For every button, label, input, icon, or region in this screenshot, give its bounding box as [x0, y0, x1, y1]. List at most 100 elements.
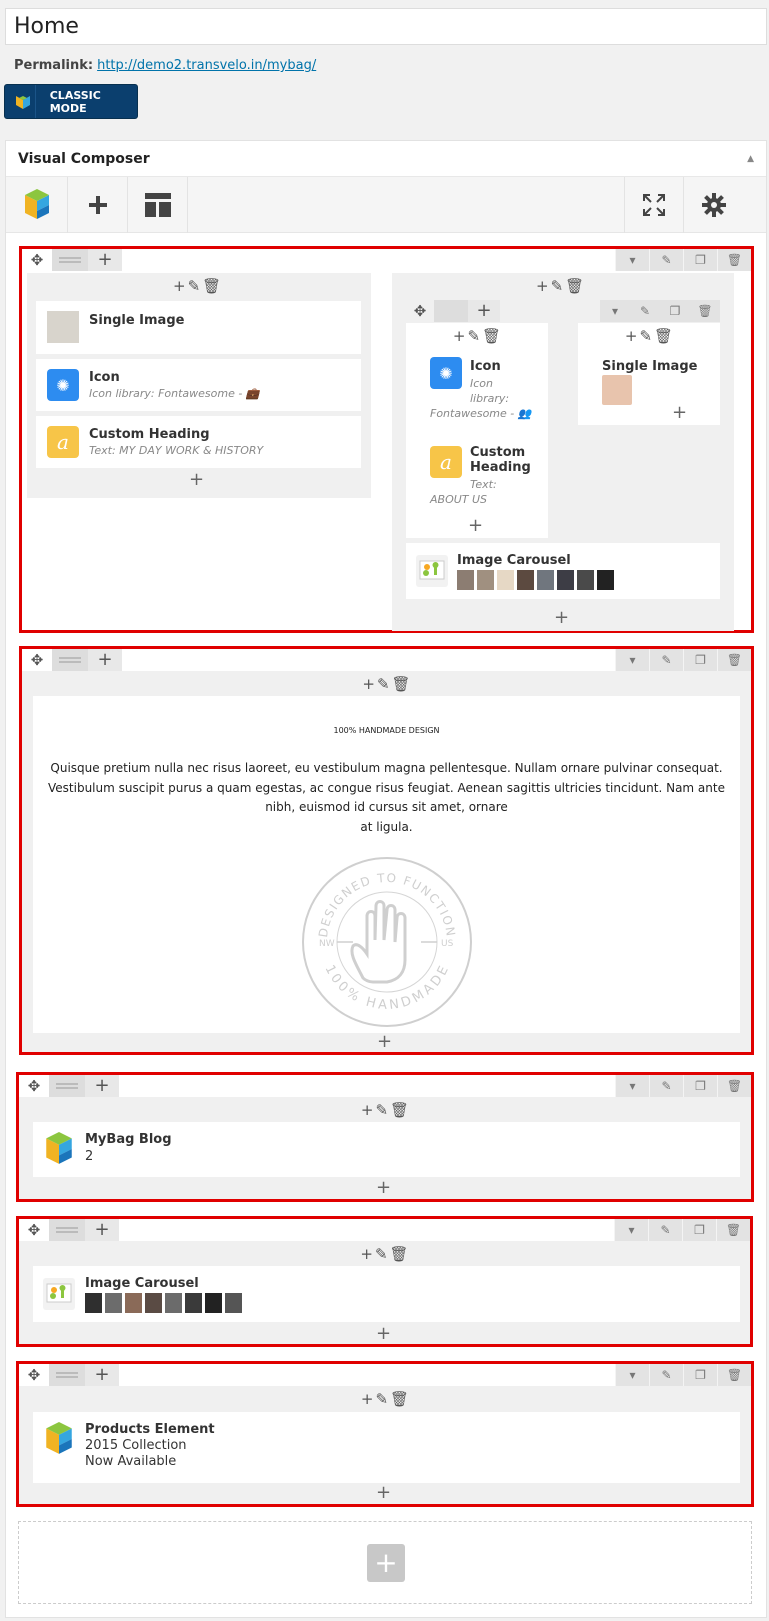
inner-column-1: + ✎ 🗑 ✺ Icon Icon library: Fontawesome - 👥…	[406, 323, 548, 538]
row-layout-button[interactable]	[49, 1364, 85, 1386]
row-layout-button[interactable]	[49, 1075, 85, 1097]
element-products[interactable]: Products Element 2015 Collection Now Ava…	[33, 1412, 740, 1483]
page-title-input[interactable]: Home	[5, 8, 767, 45]
chevron-down-icon[interactable]: ▾	[615, 249, 649, 271]
row-layout-button[interactable]	[52, 649, 88, 671]
plus-icon[interactable]: +	[536, 277, 549, 295]
element-text-block[interactable]: 100% HANDMADE DESIGN Quisque pretium nul…	[33, 696, 740, 1033]
plus-icon[interactable]: +	[361, 1390, 374, 1408]
clone-row-icon[interactable]: ❐	[683, 1364, 717, 1386]
add-element-plus[interactable]: +	[189, 471, 204, 489]
trash-icon[interactable]: 🗑	[390, 1390, 409, 1408]
add-element-plus[interactable]: +	[376, 1179, 391, 1197]
plus-icon[interactable]: +	[453, 327, 466, 345]
edit-row-icon[interactable]: ✎	[648, 1219, 682, 1241]
vc-logo-button[interactable]	[6, 177, 68, 233]
edit-row-icon[interactable]: ✎	[630, 300, 660, 322]
pencil-icon[interactable]: ✎	[639, 327, 652, 345]
pencil-icon[interactable]: ✎	[377, 675, 390, 693]
delete-row-icon[interactable]: 🗑	[690, 300, 720, 322]
clone-row-icon[interactable]: ❐	[683, 1075, 717, 1097]
add-column-button[interactable]: +	[468, 300, 500, 322]
delete-row-icon[interactable]: 🗑	[717, 1364, 751, 1386]
fullscreen-button[interactable]	[624, 177, 684, 233]
trash-icon[interactable]: 🗑	[654, 327, 673, 345]
element-single-image[interactable]: Single Image	[36, 301, 361, 354]
trash-icon[interactable]: 🗑	[565, 277, 584, 295]
pencil-icon[interactable]: ✎	[375, 1245, 388, 1263]
add-column-button[interactable]: +	[85, 1075, 119, 1097]
trash-icon[interactable]: 🗑	[390, 1245, 409, 1263]
add-column-button[interactable]: +	[88, 249, 122, 271]
row-layout-button[interactable]	[52, 249, 88, 271]
templates-button[interactable]	[128, 177, 188, 233]
pencil-icon[interactable]: ✎	[188, 277, 201, 295]
row-layout-button[interactable]	[434, 300, 468, 322]
add-element-plus[interactable]: +	[376, 1325, 391, 1343]
permalink-link[interactable]: http://demo2.transvelo.in/mybag/	[97, 58, 316, 73]
trash-icon[interactable]: 🗑	[390, 1101, 409, 1119]
chevron-down-icon[interactable]: ▾	[615, 649, 649, 671]
plus-icon[interactable]: +	[362, 675, 375, 693]
delete-row-icon[interactable]: 🗑	[716, 1219, 750, 1241]
add-element-plus[interactable]: +	[377, 1033, 392, 1051]
clone-row-icon[interactable]: ❐	[683, 249, 717, 271]
move-icon[interactable]: ✥	[22, 651, 52, 669]
chevron-down-icon[interactable]: ▾	[600, 300, 630, 322]
move-icon[interactable]: ✥	[406, 302, 434, 320]
element-icon[interactable]: ✺ Icon Icon library: Fontawesome - 💼	[36, 359, 361, 411]
move-icon[interactable]: ✥	[22, 251, 52, 269]
trash-icon[interactable]: 🗑	[202, 277, 221, 295]
clone-row-icon[interactable]: ❐	[660, 300, 690, 322]
vc-column-left: + ✎ 🗑 Single Image ✺ Icon Icon library: Fo…	[27, 273, 371, 498]
plus-icon[interactable]: +	[173, 277, 186, 295]
add-element-plus[interactable]: +	[672, 404, 687, 422]
handmade-stamp-logo: DESIGNED TO FUNCTION 100% HANDMADE NW US	[302, 857, 472, 1027]
edit-row-icon[interactable]: ✎	[649, 649, 683, 671]
trash-icon[interactable]: 🗑	[392, 675, 411, 693]
move-icon[interactable]: ✥	[19, 1366, 49, 1384]
element-image-carousel[interactable]: Image Carousel	[406, 543, 720, 599]
trash-icon[interactable]: 🗑	[482, 327, 501, 345]
element-subtitle: ABOUT US	[430, 493, 488, 506]
vc-logo-icon	[24, 189, 49, 219]
settings-button[interactable]	[684, 177, 744, 233]
add-column-button[interactable]: +	[85, 1364, 119, 1386]
add-element-button[interactable]	[68, 177, 128, 233]
plus-icon[interactable]: +	[361, 1101, 374, 1119]
add-element-plus[interactable]: +	[554, 609, 569, 627]
chevron-down-icon[interactable]: ▾	[615, 1364, 649, 1386]
element-image-carousel[interactable]: Image Carousel	[33, 1266, 740, 1322]
gear-icon	[702, 193, 726, 217]
plus-icon[interactable]: +	[360, 1245, 373, 1263]
pencil-icon[interactable]: ✎	[467, 327, 480, 345]
move-icon[interactable]: ✥	[19, 1221, 49, 1239]
pencil-icon[interactable]: ✎	[551, 277, 564, 295]
add-row-area[interactable]: +	[18, 1521, 752, 1604]
add-column-button[interactable]: +	[85, 1219, 119, 1241]
move-icon[interactable]: ✥	[19, 1077, 49, 1095]
edit-row-icon[interactable]: ✎	[649, 249, 683, 271]
chevron-down-icon[interactable]: ▾	[615, 1075, 649, 1097]
delete-row-icon[interactable]: 🗑	[717, 649, 751, 671]
add-row-button[interactable]: +	[367, 1544, 405, 1582]
clone-row-icon[interactable]: ❐	[682, 1219, 716, 1241]
edit-row-icon[interactable]: ✎	[649, 1364, 683, 1386]
add-column-button[interactable]: +	[88, 649, 122, 671]
delete-row-icon[interactable]: 🗑	[717, 1075, 751, 1097]
add-element-plus[interactable]: +	[376, 1484, 391, 1502]
add-element-plus[interactable]: +	[468, 517, 483, 535]
pencil-icon[interactable]: ✎	[375, 1390, 388, 1408]
edit-row-icon[interactable]: ✎	[649, 1075, 683, 1097]
classic-mode-button[interactable]: CLASSIC MODE	[4, 84, 138, 119]
pencil-icon[interactable]: ✎	[375, 1101, 388, 1119]
row-layout-button[interactable]	[49, 1219, 85, 1241]
collapse-toggle-icon[interactable]: ▲	[747, 154, 754, 164]
row-controls: ✥ + ▾ ✎ ❐ 🗑	[22, 649, 751, 671]
chevron-down-icon[interactable]: ▾	[614, 1219, 648, 1241]
element-custom-heading[interactable]: a Custom Heading Text: MY DAY WORK & HIS…	[36, 416, 361, 468]
plus-icon[interactable]: +	[625, 327, 638, 345]
element-blog[interactable]: MyBag Blog 2	[33, 1122, 740, 1177]
delete-row-icon[interactable]: 🗑	[717, 249, 751, 271]
clone-row-icon[interactable]: ❐	[683, 649, 717, 671]
